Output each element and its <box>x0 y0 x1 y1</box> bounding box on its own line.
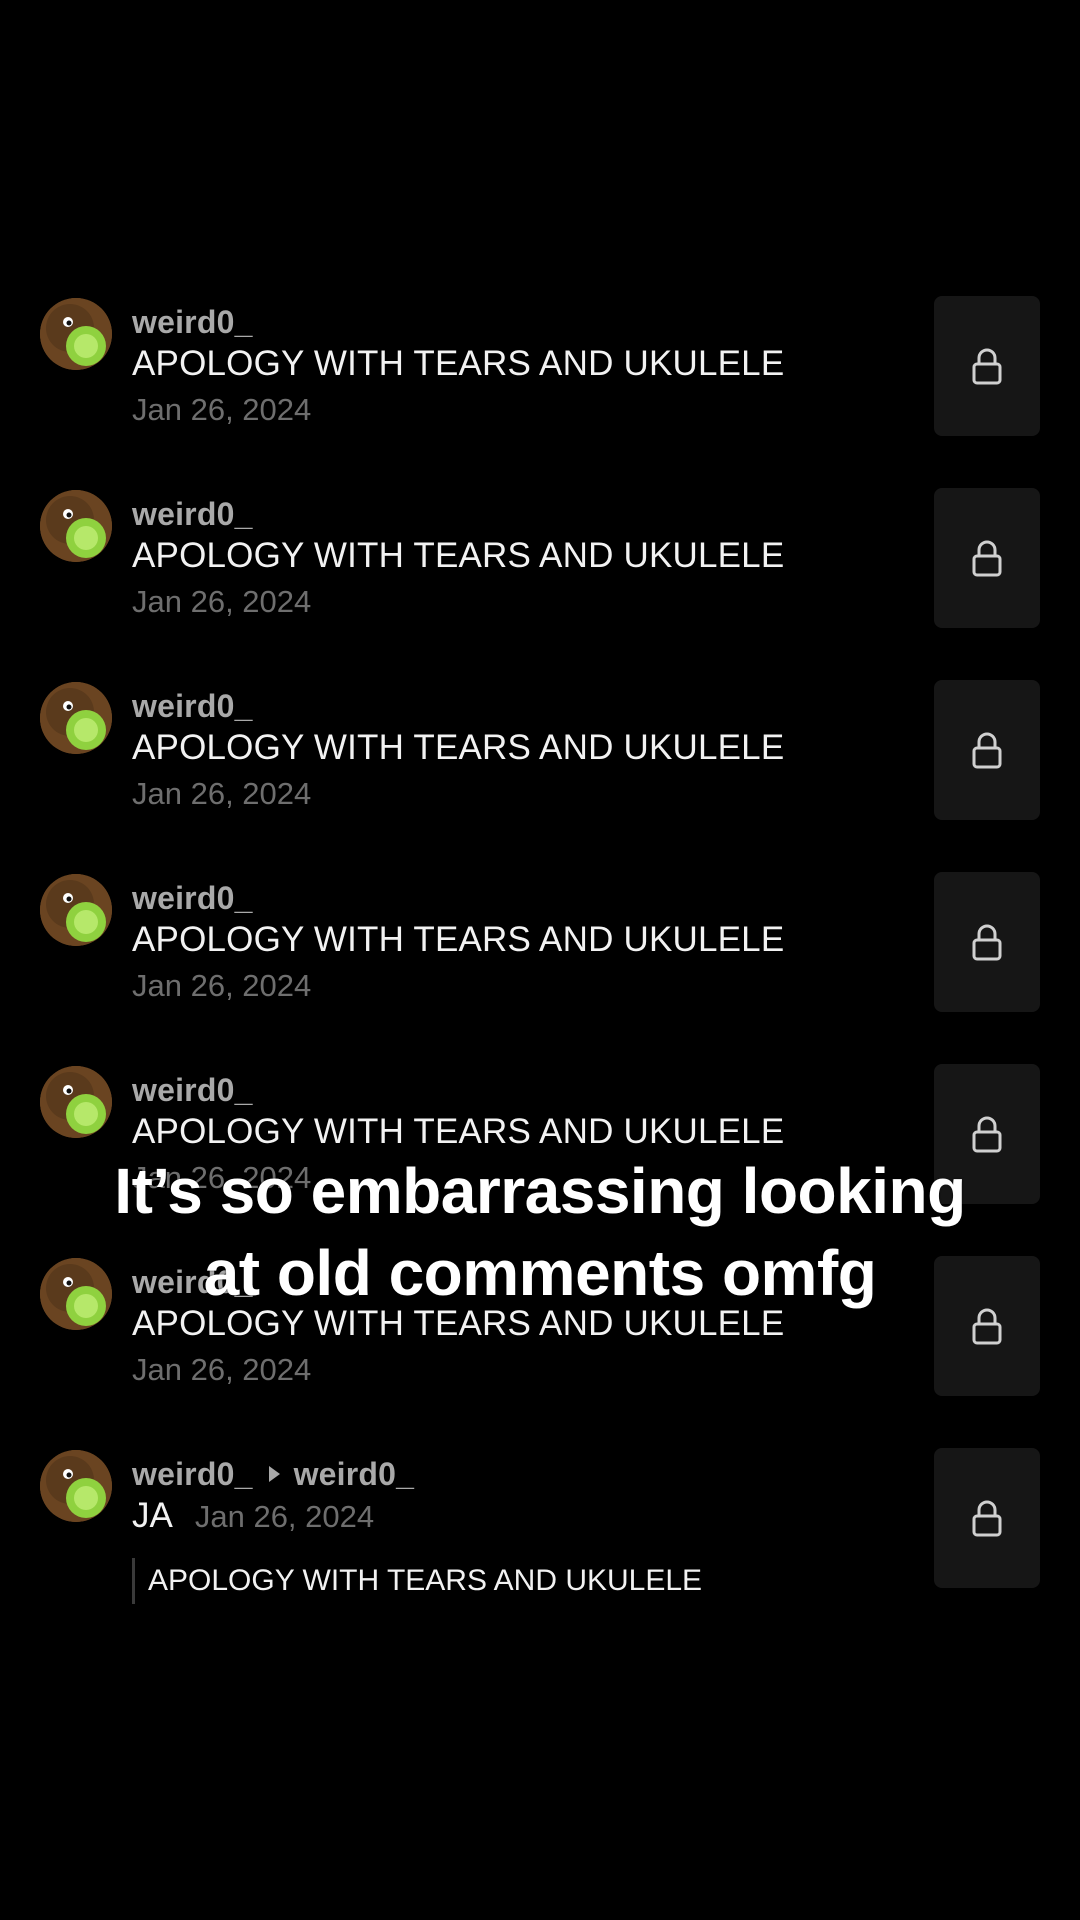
caption-line-2: at old comments omfg <box>203 1237 877 1309</box>
lock-icon <box>972 924 1002 961</box>
comment-list: weird0_ APOLOGY WITH TEARS AND UKULELE J… <box>0 0 1080 1920</box>
avatar[interactable] <box>40 1066 112 1138</box>
comment-item[interactable]: weird0_ APOLOGY WITH TEARS AND UKULELE J… <box>0 680 1080 824</box>
comment-date: Jan 26, 2024 <box>132 392 312 427</box>
reply-to-username[interactable]: weird0_ <box>294 1456 415 1493</box>
reply-comment-item[interactable]: weird0_ weird0_ JA Jan 26, 2024 APOLOGY … <box>0 1448 1080 1610</box>
comment-date: Jan 26, 2024 <box>132 968 312 1003</box>
locked-video-thumbnail[interactable] <box>934 680 1040 820</box>
lock-icon <box>972 348 1002 385</box>
quoted-comment: APOLOGY WITH TEARS AND UKULELE <box>132 1558 702 1604</box>
username-row: weird0_ <box>132 302 253 342</box>
avatar[interactable] <box>40 1450 112 1522</box>
comment-text: JA <box>132 1496 173 1535</box>
lock-icon <box>972 732 1002 769</box>
username-row: weird0_ weird0_ <box>132 1454 414 1494</box>
username-row: weird0_ <box>132 494 253 534</box>
avatar[interactable] <box>40 682 112 754</box>
comment-date: Jan 26, 2024 <box>132 1352 312 1387</box>
locked-video-thumbnail[interactable] <box>934 1448 1040 1588</box>
comment-text: APOLOGY WITH TEARS AND UKULELE <box>132 920 785 959</box>
username[interactable]: weird0_ <box>132 1072 253 1109</box>
lock-icon <box>972 1500 1002 1537</box>
username-row: weird0_ <box>132 1070 253 1110</box>
locked-video-thumbnail[interactable] <box>934 872 1040 1012</box>
triangle-right-icon <box>268 1466 280 1482</box>
comment-item[interactable]: weird0_ APOLOGY WITH TEARS AND UKULELE J… <box>0 488 1080 632</box>
username[interactable]: weird0_ <box>132 1456 253 1493</box>
video-caption-overlay: It’s so embarrassing looking at old comm… <box>0 1150 1080 1314</box>
lock-icon <box>972 1116 1002 1153</box>
avatar[interactable] <box>40 298 112 370</box>
comment-text: APOLOGY WITH TEARS AND UKULELE <box>132 728 785 767</box>
caption-line-1: It’s so embarrassing looking <box>114 1155 966 1227</box>
locked-video-thumbnail[interactable] <box>934 488 1040 628</box>
comment-text: APOLOGY WITH TEARS AND UKULELE <box>132 1112 785 1151</box>
comment-item[interactable]: weird0_ APOLOGY WITH TEARS AND UKULELE J… <box>0 872 1080 1016</box>
comment-date: Jan 26, 2024 <box>194 1499 375 1534</box>
comment-item[interactable]: weird0_ APOLOGY WITH TEARS AND UKULELE J… <box>0 296 1080 440</box>
username[interactable]: weird0_ <box>132 304 253 341</box>
comment-text: APOLOGY WITH TEARS AND UKULELE <box>132 536 785 575</box>
comment-date: Jan 26, 2024 <box>132 776 312 811</box>
username[interactable]: weird0_ <box>132 880 253 917</box>
locked-video-thumbnail[interactable] <box>934 296 1040 436</box>
username-row: weird0_ <box>132 878 253 918</box>
username[interactable]: weird0_ <box>132 496 253 533</box>
comment-text: APOLOGY WITH TEARS AND UKULELE <box>132 344 785 383</box>
comment-date: Jan 26, 2024 <box>132 584 312 619</box>
username-row: weird0_ <box>132 686 253 726</box>
avatar[interactable] <box>40 874 112 946</box>
username[interactable]: weird0_ <box>132 688 253 725</box>
reply-text-row: JA Jan 26, 2024 <box>132 1496 374 1536</box>
avatar[interactable] <box>40 490 112 562</box>
lock-icon <box>972 540 1002 577</box>
